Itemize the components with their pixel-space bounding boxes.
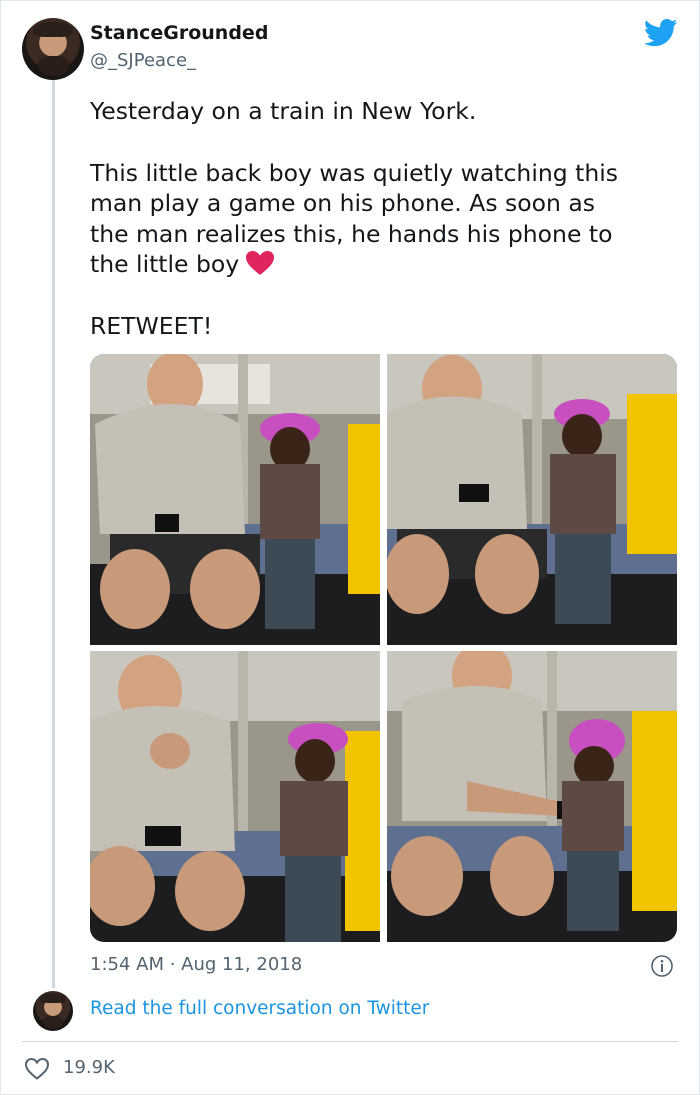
photo-boy-looking-at-man[interactable] (90, 651, 380, 942)
tweet-paragraph-1: Yesterday on a train in New York. (90, 97, 477, 125)
tweet-text: Yesterday on a train in New York. This l… (90, 96, 680, 372)
tweet-media-grid (90, 354, 677, 942)
tweet-paragraph-3: RETWEET! (90, 311, 213, 340)
like-count[interactable]: 19.9K (63, 1057, 115, 1078)
photo-man-looking-at-phone[interactable] (90, 354, 380, 645)
red-heart-emoji-icon (246, 251, 275, 275)
author-avatar[interactable] (22, 18, 84, 80)
photo-man-playing-boy-watching[interactable] (387, 354, 677, 645)
tweet-paragraph-2-text: This little back boy was quietly watchin… (90, 158, 619, 279)
heart-outline-icon[interactable] (24, 1057, 50, 1081)
author-avatar-small[interactable] (33, 991, 73, 1031)
thread-connector-line (52, 80, 55, 988)
footer-divider (22, 1041, 678, 1042)
info-icon[interactable] (650, 954, 674, 978)
photo-man-hands-phone-to-boy[interactable] (387, 651, 677, 942)
tweet-timestamp[interactable]: 1:54 AM · Aug 11, 2018 (90, 954, 302, 975)
read-conversation-link[interactable]: Read the full conversation on Twitter (90, 998, 429, 1019)
author-handle[interactable]: @_SJPeace_ (90, 50, 196, 71)
author-display-name[interactable]: StanceGrounded (90, 22, 268, 44)
tweet-paragraph-2: This little back boy was quietly watchin… (90, 158, 680, 280)
twitter-bird-icon[interactable] (644, 18, 678, 48)
